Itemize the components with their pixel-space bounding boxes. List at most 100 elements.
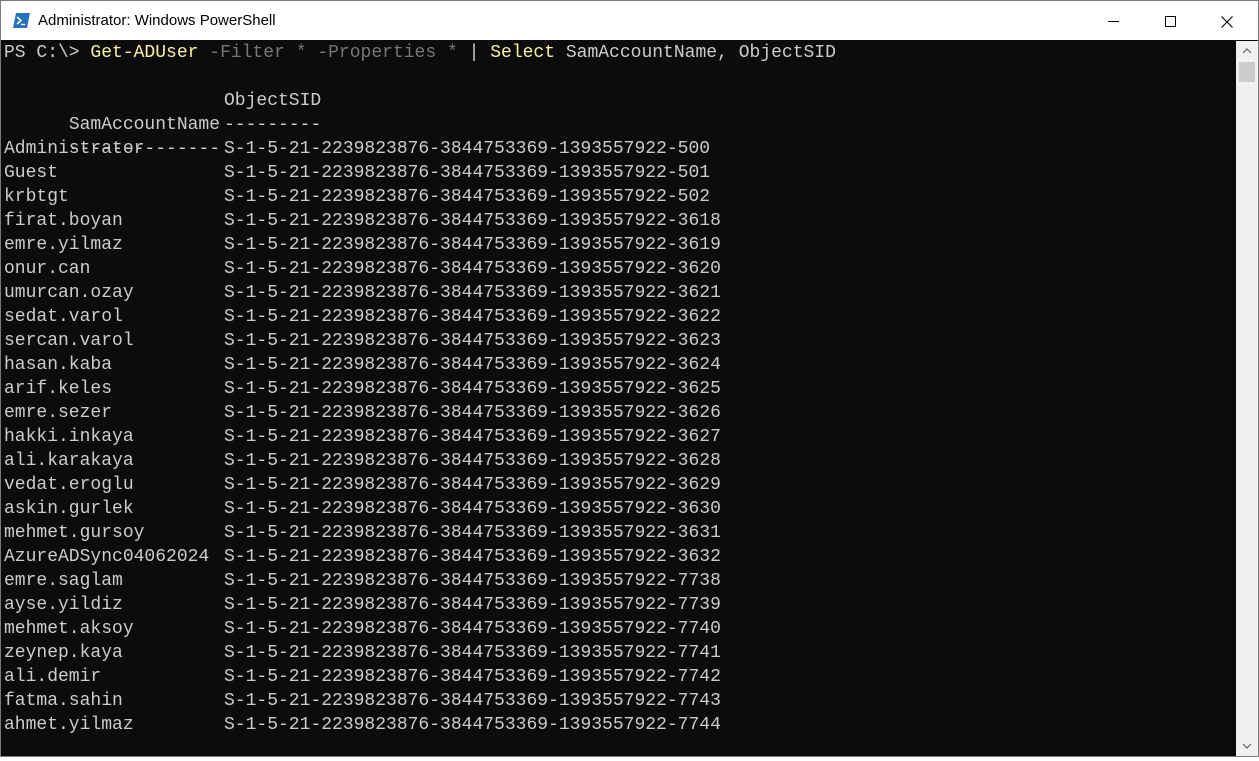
select-arg-1: SamAccountName, <box>565 43 728 63</box>
cell-samaccountname: emre.yilmaz <box>4 235 123 255</box>
cell-objectsid: S-1-5-21-2239823876-3844753369-139355792… <box>224 643 721 663</box>
cell-objectsid: S-1-5-21-2239823876-3844753369-139355792… <box>224 619 721 639</box>
minimize-button[interactable] <box>1084 1 1142 40</box>
table-row: krbtgt S-1-5-21-2239823876-3844753369-139… <box>4 185 710 209</box>
cell-samaccountname: emre.sezer <box>4 403 113 423</box>
cell-samaccountname: ahmet.yilmaz <box>4 715 134 735</box>
vertical-scrollbar[interactable] <box>1236 41 1258 756</box>
table-row: sedat.varol S-1-5-21-2239823876-384475336… <box>4 305 721 329</box>
scroll-thumb[interactable] <box>1239 62 1255 82</box>
cell-samaccountname: emre.saglam <box>4 571 123 591</box>
table-row: arif.keles S-1-5-21-2239823876-3844753369… <box>4 377 721 401</box>
table-row: AzureADSync04062024 S-1-5-21-2239823876-3… <box>4 545 721 569</box>
cell-samaccountname: mehmet.aksoy <box>4 619 134 639</box>
cell-objectsid: S-1-5-21-2239823876-3844753369-139355792… <box>224 211 721 231</box>
cell-samaccountname: krbtgt <box>4 187 69 207</box>
cell-samaccountname: vedat.eroglu <box>4 475 134 495</box>
prompt: PS C:\> <box>4 43 91 63</box>
select-arg-2: ObjectSID <box>738 43 836 63</box>
cell-objectsid: S-1-5-21-2239823876-3844753369-139355792… <box>224 691 721 711</box>
cell-samaccountname: sercan.varol <box>4 331 134 351</box>
window-title: Administrator: Windows PowerShell <box>38 12 276 29</box>
cell-samaccountname: askin.gurlek <box>4 499 134 519</box>
cell-samaccountname: sedat.varol <box>4 307 123 327</box>
cell-objectsid: S-1-5-21-2239823876-3844753369-139355792… <box>224 283 721 303</box>
cell-objectsid: S-1-5-21-2239823876-3844753369-139355792… <box>224 523 721 543</box>
cell-objectsid: S-1-5-21-2239823876-3844753369-139355792… <box>224 379 721 399</box>
maximize-icon <box>1165 16 1176 27</box>
close-icon <box>1221 16 1233 28</box>
cell-samaccountname: fatma.sahin <box>4 691 123 711</box>
cell-objectsid: S-1-5-21-2239823876-3844753369-139355792… <box>224 547 721 567</box>
scroll-up-button[interactable] <box>1236 41 1258 61</box>
cell-samaccountname: mehmet.gursoy <box>4 523 145 543</box>
header-objectsid: ObjectSID <box>224 91 322 111</box>
cell-samaccountname: hasan.kaba <box>4 355 113 375</box>
powershell-window: Administrator: Windows PowerShell PS C:\… <box>0 0 1259 757</box>
table-row: firat.boyan S-1-5-21-2239823876-384475336… <box>4 209 721 233</box>
cell-objectsid: S-1-5-21-2239823876-3844753369-139355792… <box>224 571 721 591</box>
cell-objectsid: S-1-5-21-2239823876-3844753369-139355792… <box>224 331 721 351</box>
properties-value: * <box>446 43 458 63</box>
table-row: fatma.sahin S-1-5-21-2239823876-384475336… <box>4 689 721 713</box>
param-properties: -Properties <box>317 43 437 63</box>
cell-samaccountname: ali.demir <box>4 667 102 687</box>
table-row: emre.saglam S-1-5-21-2239823876-384475336… <box>4 569 721 593</box>
table-row: hasan.kaba S-1-5-21-2239823876-3844753369… <box>4 353 721 377</box>
cell-objectsid: S-1-5-21-2239823876-3844753369-139355792… <box>224 235 721 255</box>
table-row: zeynep.kaya S-1-5-21-2239823876-384475336… <box>4 641 721 665</box>
table-separator: -------------- --------- <box>4 113 321 159</box>
cell-samaccountname: ali.karakaya <box>4 451 134 471</box>
table-row: ali.karakaya S-1-5-21-2239823876-38447533… <box>4 449 721 473</box>
cell-objectsid: S-1-5-21-2239823876-3844753369-139355792… <box>224 187 711 207</box>
cell-objectsid: S-1-5-21-2239823876-3844753369-139355792… <box>224 499 721 519</box>
title-bar[interactable]: Administrator: Windows PowerShell <box>1 1 1258 40</box>
console-output[interactable]: PS C:\> Get-ADUser -Filter * -Properties… <box>1 41 1236 756</box>
cell-objectsid: S-1-5-21-2239823876-3844753369-139355792… <box>224 307 721 327</box>
param-filter: -Filter <box>209 43 285 63</box>
cell-samaccountname: zeynep.kaya <box>4 643 123 663</box>
cell-objectsid: S-1-5-21-2239823876-3844753369-139355792… <box>224 595 721 615</box>
cell-samaccountname: Guest <box>4 163 59 183</box>
cell-objectsid: S-1-5-21-2239823876-3844753369-139355792… <box>224 355 721 375</box>
filter-value: * <box>295 43 307 63</box>
chevron-down-icon <box>1242 743 1252 749</box>
cell-samaccountname: firat.boyan <box>4 211 123 231</box>
maximize-button[interactable] <box>1142 1 1200 40</box>
table-header: SamAccountName ObjectSID <box>4 89 321 135</box>
cell-objectsid: S-1-5-21-2239823876-3844753369-139355792… <box>224 403 721 423</box>
cell-samaccountname: onur.can <box>4 259 91 279</box>
table-row: vedat.eroglu S-1-5-21-2239823876-38447533… <box>4 473 721 497</box>
cell-samaccountname: arif.keles <box>4 379 113 399</box>
table-row: Guest S-1-5-21-2239823876-3844753369-1393… <box>4 161 710 185</box>
powershell-icon[interactable] <box>13 13 30 28</box>
table-row: hakki.inkaya S-1-5-21-2239823876-38447533… <box>4 425 721 449</box>
chevron-up-icon <box>1242 48 1252 54</box>
table-row: umurcan.ozay S-1-5-21-2239823876-38447533… <box>4 281 721 305</box>
command-line: PS C:\> Get-ADUser -Filter * -Properties… <box>4 41 836 65</box>
table-row: onur.can S-1-5-21-2239823876-3844753369-1… <box>4 257 721 281</box>
cell-objectsid: S-1-5-21-2239823876-3844753369-139355792… <box>224 427 721 447</box>
separator-2: --------- <box>224 115 322 135</box>
cell-samaccountname: ayse.yildiz <box>4 595 123 615</box>
table-row: mehmet.gursoy S-1-5-21-2239823876-3844753… <box>4 521 721 545</box>
table-row: askin.gurlek S-1-5-21-2239823876-38447533… <box>4 497 721 521</box>
scroll-down-button[interactable] <box>1236 736 1258 756</box>
table-row: ayse.yildiz S-1-5-21-2239823876-384475336… <box>4 593 721 617</box>
cell-objectsid: S-1-5-21-2239823876-3844753369-139355792… <box>224 139 711 159</box>
cell-samaccountname: hakki.inkaya <box>4 427 134 447</box>
cell-objectsid: S-1-5-21-2239823876-3844753369-139355792… <box>224 451 721 471</box>
cell-objectsid: S-1-5-21-2239823876-3844753369-139355792… <box>224 715 721 735</box>
minimize-icon <box>1108 21 1119 22</box>
table-row: sercan.varol S-1-5-21-2239823876-38447533… <box>4 329 721 353</box>
cell-samaccountname: Administrator <box>4 139 145 159</box>
close-button[interactable] <box>1200 1 1258 40</box>
pipe-operator: | <box>468 43 480 63</box>
select-cmdlet: Select <box>490 43 556 63</box>
cell-samaccountname: umurcan.ozay <box>4 283 134 303</box>
cell-objectsid: S-1-5-21-2239823876-3844753369-139355792… <box>224 163 711 183</box>
table-row: ahmet.yilmaz S-1-5-21-2239823876-38447533… <box>4 713 721 737</box>
cell-objectsid: S-1-5-21-2239823876-3844753369-139355792… <box>224 667 721 687</box>
table-row: emre.yilmaz S-1-5-21-2239823876-384475336… <box>4 233 721 257</box>
cmdlet: Get-ADUser <box>90 43 199 63</box>
